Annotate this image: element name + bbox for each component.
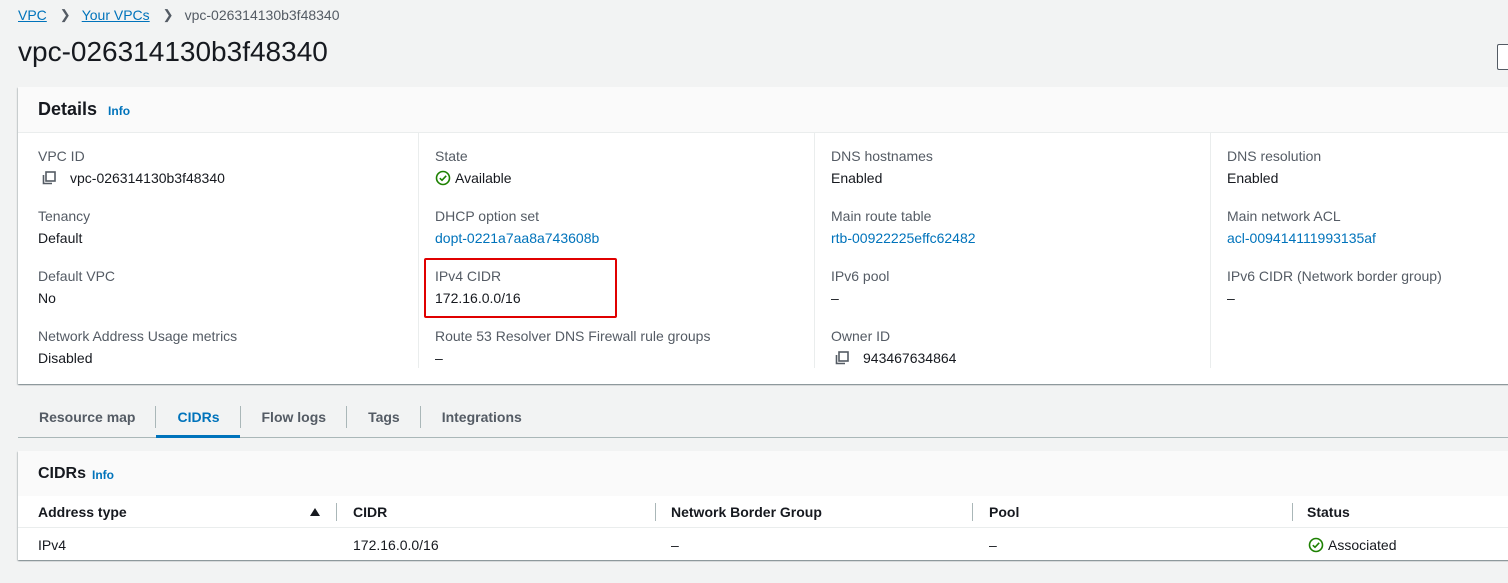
tab-cidrs[interactable]: CIDRs <box>156 398 241 438</box>
dns-resolution-label: DNS resolution <box>1227 148 1322 164</box>
r53-firewall-label: Route 53 Resolver DNS Firewall rule grou… <box>435 328 711 344</box>
r53-firewall-field: Route 53 Resolver DNS Firewall rule grou… <box>435 328 710 366</box>
column-header-cidr[interactable]: CIDR <box>353 504 387 520</box>
state-label: State <box>435 148 468 164</box>
main-route-table-field: Main route table rtb-00922225effc62482 <box>831 208 976 246</box>
cell-border-group: – <box>671 537 679 553</box>
default-vpc-label: Default VPC <box>38 268 116 284</box>
sort-ascending-icon[interactable] <box>310 508 320 516</box>
chevron-right-icon: ❯ <box>59 7 71 22</box>
details-title: Details <box>38 99 98 119</box>
ipv6-pool-label: IPv6 pool <box>831 268 890 284</box>
owner-id-value: 943467634864 <box>863 350 957 366</box>
cidrs-table-header: Address type CIDR Network Border Group P… <box>18 496 1508 528</box>
tab-cidrs-label: CIDRs <box>177 409 220 425</box>
default-vpc-field: Default VPC No <box>38 268 115 306</box>
check-circle-icon <box>435 170 451 186</box>
state-field: State Available <box>435 148 512 186</box>
cidrs-header: CIDRs Info <box>18 451 1508 497</box>
dhcp-link[interactable]: dopt-0221a7aa8a743608b <box>435 230 599 246</box>
active-tab-indicator <box>156 435 240 438</box>
ipv4-cidr-highlight-box <box>424 258 617 318</box>
column-header-address-type[interactable]: Address type <box>38 504 127 520</box>
dhcp-label: DHCP option set <box>435 208 540 224</box>
details-column-2: State Available DHCP option set dopt-022… <box>418 133 815 368</box>
cell-address-type: IPv4 <box>38 537 67 553</box>
status-value: Associated <box>1328 537 1397 553</box>
page-title: vpc-026314130b3f48340 <box>18 36 328 67</box>
column-header-status[interactable]: Status <box>1307 504 1350 520</box>
column-header-pool[interactable]: Pool <box>989 504 1019 520</box>
tab-flow-logs[interactable]: Flow logs <box>241 398 348 437</box>
main-route-table-link[interactable]: rtb-00922225effc62482 <box>831 230 976 246</box>
owner-id-field: Owner ID 943467634864 <box>831 328 956 366</box>
ipv6-pool-value: – <box>831 290 839 306</box>
cell-status: Associated <box>1308 537 1396 553</box>
check-circle-icon <box>1308 537 1324 553</box>
nau-metrics-value: Disabled <box>38 350 93 366</box>
dns-hostnames-value: Enabled <box>831 170 883 186</box>
tab-bar: Resource map CIDRs Flow logs Tags Integr… <box>18 398 1508 438</box>
main-acl-label: Main network ACL <box>1227 208 1341 224</box>
tenancy-field: Tenancy Default <box>38 208 90 246</box>
dns-resolution-field: DNS resolution Enabled <box>1227 148 1321 186</box>
cell-cidr: 172.16.0.0/16 <box>353 537 439 553</box>
copy-icon[interactable] <box>42 171 58 185</box>
dns-hostnames-label: DNS hostnames <box>831 148 933 164</box>
breadcrumb-vpc[interactable]: VPC <box>18 7 47 23</box>
column-divider[interactable] <box>1292 503 1293 521</box>
ipv6-cidr-field: IPv6 CIDR (Network border group) – <box>1227 268 1442 306</box>
details-column-3: DNS hostnames Enabled Main route table r… <box>814 133 1211 368</box>
details-column-1: VPC ID vpc-026314130b3f48340 Tenancy Def… <box>38 133 418 368</box>
dns-hostnames-field: DNS hostnames Enabled <box>831 148 933 186</box>
column-divider[interactable] <box>336 503 337 521</box>
dns-resolution-value: Enabled <box>1227 170 1279 186</box>
tenancy-value: Default <box>38 230 83 246</box>
breadcrumb: VPC ❯ Your VPCs ❯ vpc-026314130b3f48340 <box>18 7 340 23</box>
cidrs-title: CIDRs <box>38 464 87 482</box>
vpc-id-value: vpc-026314130b3f48340 <box>70 170 225 186</box>
dhcp-field: DHCP option set dopt-0221a7aa8a743608b <box>435 208 599 246</box>
tab-integrations[interactable]: Integrations <box>421 398 543 437</box>
breadcrumb-your-vpcs[interactable]: Your VPCs <box>82 7 150 23</box>
column-divider[interactable] <box>972 503 973 521</box>
nau-metrics-field: Network Address Usage metrics Disabled <box>38 328 237 366</box>
state-value: Available <box>455 170 512 186</box>
details-info-link[interactable]: Info <box>108 104 130 118</box>
actions-button[interactable] <box>1497 44 1508 70</box>
vpc-id-field: VPC ID vpc-026314130b3f48340 <box>38 148 225 186</box>
column-divider[interactable] <box>655 503 656 521</box>
details-column-4: DNS resolution Enabled Main network ACL … <box>1210 133 1508 368</box>
cidrs-info-link[interactable]: Info <box>92 468 114 482</box>
copy-icon[interactable] <box>835 351 851 365</box>
ipv6-cidr-label: IPv6 CIDR (Network border group) <box>1227 268 1442 284</box>
owner-id-label: Owner ID <box>831 328 891 344</box>
cidrs-panel: CIDRs Info Address type CIDR Network Bor… <box>18 451 1508 560</box>
default-vpc-value: No <box>38 290 56 306</box>
main-acl-field: Main network ACL acl-009414111993135af <box>1227 208 1376 246</box>
tab-tags[interactable]: Tags <box>347 398 421 437</box>
vpc-id-label: VPC ID <box>38 148 85 164</box>
main-acl-link[interactable]: acl-009414111993135af <box>1227 230 1376 246</box>
breadcrumb-current: vpc-026314130b3f48340 <box>184 7 340 23</box>
tab-resource-map[interactable]: Resource map <box>18 398 157 437</box>
tenancy-label: Tenancy <box>38 208 91 224</box>
details-header: Details Info <box>18 87 1508 133</box>
nau-metrics-label: Network Address Usage metrics <box>38 328 238 344</box>
r53-firewall-value: – <box>435 350 443 366</box>
ipv6-pool-field: IPv6 pool – <box>831 268 889 306</box>
chevron-right-icon: ❯ <box>162 7 174 22</box>
main-route-table-label: Main route table <box>831 208 932 224</box>
column-header-border-group[interactable]: Network Border Group <box>671 504 822 520</box>
ipv6-cidr-value: – <box>1227 290 1235 306</box>
cell-pool: – <box>989 537 997 553</box>
details-panel: Details Info VPC ID vpc-026314130b3f4834… <box>18 87 1508 384</box>
